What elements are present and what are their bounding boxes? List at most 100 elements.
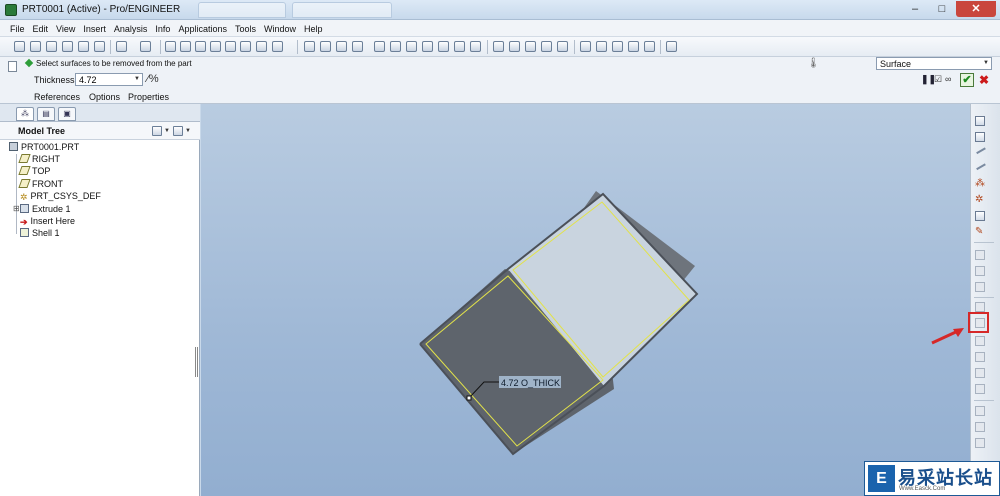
tree-item-shell[interactable]: Shell 1 <box>20 227 60 239</box>
window-tab-2[interactable] <box>292 2 392 18</box>
context-help-icon[interactable] <box>666 41 677 52</box>
sketch-plane-icon[interactable] <box>975 116 985 126</box>
graphics-window[interactable]: 4.72 O_THICK <box>201 104 970 496</box>
sweep-tool-icon[interactable] <box>975 282 985 292</box>
dashboard-collapse-icon[interactable] <box>8 61 17 72</box>
menu-file[interactable]: File <box>6 20 29 36</box>
selection-filter-dropdown[interactable]: Surface <box>876 57 992 70</box>
shading-icon[interactable] <box>352 41 363 52</box>
paste-special-icon[interactable] <box>210 41 221 52</box>
datum-planes-toggle-icon[interactable] <box>580 41 591 52</box>
sketch-tool-icon[interactable]: ✎ <box>975 227 985 237</box>
merge-tool-icon[interactable] <box>975 422 985 432</box>
regenerate-icon[interactable] <box>225 41 236 52</box>
select-box-icon[interactable] <box>272 41 283 52</box>
chevron-down-icon[interactable]: ▼ <box>983 60 989 66</box>
email-icon[interactable] <box>78 41 89 52</box>
annotation-toggle-icon[interactable] <box>644 41 655 52</box>
chevron-down-icon[interactable]: ▼ <box>134 76 140 82</box>
menu-edit[interactable]: Edit <box>29 20 53 36</box>
paste-icon[interactable] <box>195 41 206 52</box>
reorient-icon[interactable] <box>422 41 433 52</box>
zoom-in-icon[interactable] <box>374 41 385 52</box>
trim-tool-icon[interactable] <box>975 438 985 448</box>
datum-point-tool-icon[interactable]: ⁂ <box>975 179 985 189</box>
tab-references[interactable]: References <box>34 92 80 102</box>
chamfer-tool-icon[interactable] <box>975 384 985 394</box>
new-file-icon[interactable] <box>14 41 25 52</box>
find-icon[interactable] <box>256 41 267 52</box>
extrude-tool-icon[interactable] <box>975 250 985 260</box>
draft-tool-icon[interactable] <box>975 352 985 362</box>
zoom-out-icon[interactable] <box>390 41 401 52</box>
preview-checkbox-icon[interactable]: ☑ <box>934 74 942 85</box>
cancel-button[interactable]: ✖ <box>977 73 991 87</box>
rib-tool-icon[interactable] <box>975 336 985 346</box>
layers-icon[interactable] <box>454 41 465 52</box>
tree-item-front[interactable]: FRONT <box>18 178 63 190</box>
panel-resize-handle[interactable] <box>195 347 198 377</box>
repaint-icon[interactable] <box>304 41 315 52</box>
regen-manager-icon[interactable] <box>240 41 251 52</box>
revolve-tool-icon[interactable] <box>975 266 985 276</box>
datum-points-toggle-icon[interactable] <box>612 41 623 52</box>
wireframe-icon[interactable] <box>493 41 504 52</box>
menu-help[interactable]: Help <box>300 20 327 36</box>
cut-icon[interactable] <box>165 41 176 52</box>
menu-applications[interactable]: Applications <box>174 20 231 36</box>
thickness-input[interactable] <box>75 73 143 86</box>
csys-toggle-icon[interactable] <box>628 41 639 52</box>
show-options-icon[interactable] <box>173 126 183 136</box>
menu-view[interactable]: View <box>52 20 79 36</box>
redo-icon[interactable] <box>140 41 151 52</box>
datum-axes-toggle-icon[interactable] <box>596 41 607 52</box>
save-icon[interactable] <box>46 41 57 52</box>
orient-mode-icon[interactable] <box>336 41 347 52</box>
model-viewport[interactable]: 4.72 O_THICK <box>201 104 970 496</box>
folder-browser-tab[interactable]: ▤ <box>37 107 55 121</box>
csys-tool-icon[interactable]: ✲ <box>975 195 985 205</box>
tree-item-insert-here[interactable]: ➔ Insert Here <box>20 215 75 227</box>
expand-plus-icon[interactable]: ⊞ <box>13 204 20 213</box>
shaded-icon[interactable] <box>541 41 552 52</box>
tree-item-part[interactable]: PRT0001.PRT <box>9 141 79 153</box>
tree-item-extrude[interactable]: Extrude 1 <box>20 203 71 215</box>
thickness-dimension-label[interactable]: 4.72 O_THICK <box>501 378 560 388</box>
chevron-down-icon[interactable]: ▼ <box>185 128 191 134</box>
round-tool-icon[interactable] <box>975 368 985 378</box>
open-file-icon[interactable] <box>30 41 41 52</box>
no-hidden-icon[interactable] <box>525 41 536 52</box>
maximize-button[interactable]: □ <box>929 1 955 17</box>
analysis-tool-icon[interactable] <box>975 211 985 221</box>
tab-properties[interactable]: Properties <box>128 92 169 102</box>
window-tab-1[interactable] <box>198 2 286 18</box>
datum-plane-tool-icon[interactable] <box>975 132 985 142</box>
flip-direction-icon[interactable]: ⁄% <box>147 73 159 85</box>
tree-settings-icon[interactable] <box>152 126 162 136</box>
favorites-tab[interactable]: ▣ <box>58 107 76 121</box>
model-tree-tab[interactable]: ⁂ <box>16 107 34 121</box>
chevron-down-icon[interactable]: ▼ <box>164 128 170 134</box>
print-icon[interactable] <box>62 41 73 52</box>
enhanced-realism-icon[interactable] <box>557 41 568 52</box>
tab-options[interactable]: Options <box>89 92 120 102</box>
menu-window[interactable]: Window <box>260 20 300 36</box>
minimize-button[interactable]: – <box>902 1 928 17</box>
highlighted-shell-button[interactable] <box>968 312 989 333</box>
email-attach-icon[interactable] <box>94 41 105 52</box>
drag-handle[interactable] <box>466 395 472 401</box>
refit-icon[interactable] <box>406 41 417 52</box>
mirror-tool-icon[interactable] <box>975 406 985 416</box>
menu-tools[interactable]: Tools <box>231 20 260 36</box>
tree-item-csys[interactable]: ✲ PRT_CSYS_DEF <box>20 190 101 202</box>
close-button[interactable]: ✕ <box>956 1 996 17</box>
copy-icon[interactable] <box>180 41 191 52</box>
menu-insert[interactable]: Insert <box>79 20 110 36</box>
view-manager-icon[interactable] <box>470 41 481 52</box>
verify-glasses-icon[interactable]: ∞ <box>945 74 951 84</box>
ok-button[interactable]: ✔ <box>960 73 974 87</box>
spin-center-icon[interactable] <box>320 41 331 52</box>
tree-item-top[interactable]: TOP <box>18 165 50 177</box>
saved-views-icon[interactable] <box>438 41 449 52</box>
menu-analysis[interactable]: Analysis <box>110 20 152 36</box>
